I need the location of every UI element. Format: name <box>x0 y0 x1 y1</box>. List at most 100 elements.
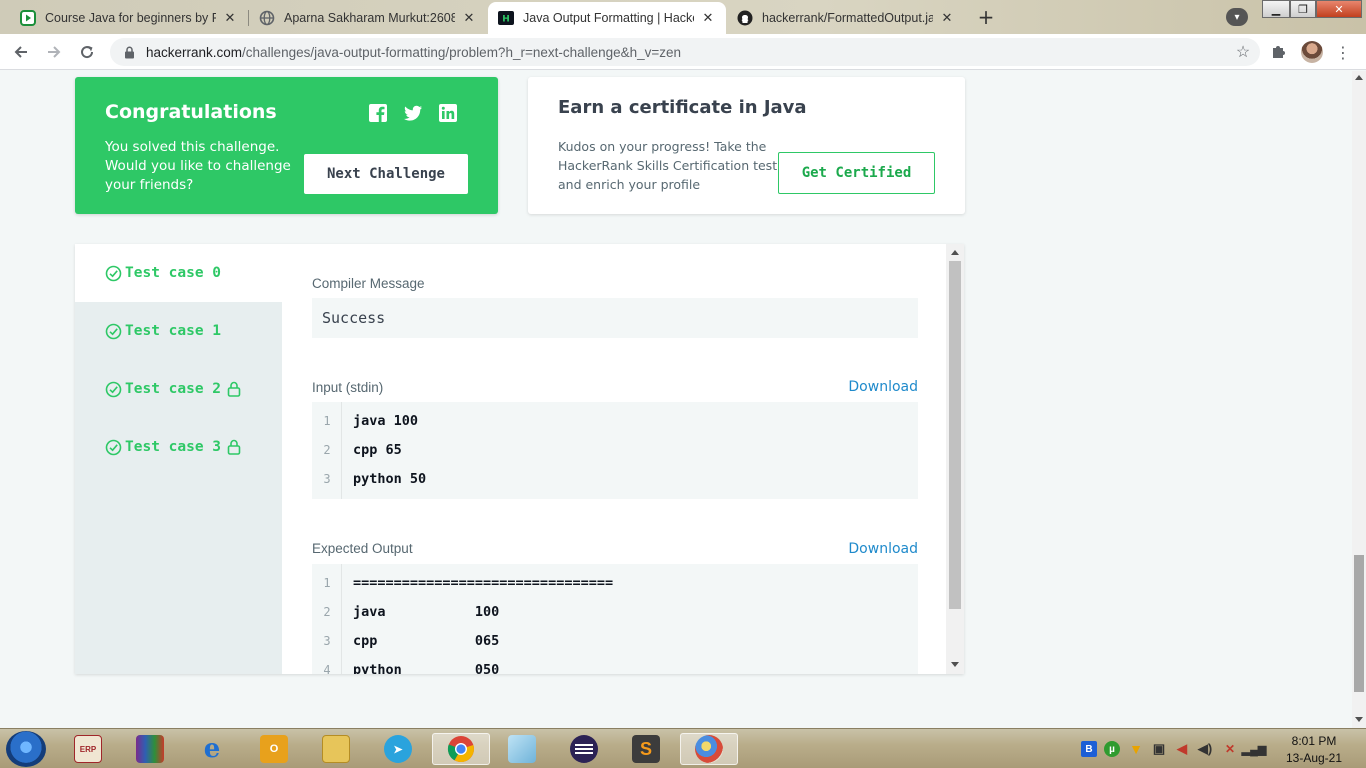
lock-icon <box>227 439 241 455</box>
telegram-icon[interactable]: ➤ <box>374 733 422 765</box>
lock-icon[interactable] <box>122 45 136 59</box>
test-case-3-tab[interactable]: Test case 3 <box>75 418 282 476</box>
clock-date[interactable]: 13-Aug-21 <box>1276 751 1352 765</box>
code-text: python 50 <box>353 470 427 487</box>
compiler-message-label: Compiler Message <box>312 276 425 291</box>
code-text: cpp 65 <box>353 441 402 458</box>
test-case-label: Test case 3 <box>125 439 222 455</box>
volume-tray-icon[interactable]: ◀) <box>1197 741 1213 757</box>
line-number: 3 <box>323 633 331 648</box>
clock-time[interactable]: 8:01 PM <box>1276 734 1352 748</box>
new-tab-button[interactable]: + <box>972 5 1000 29</box>
maximize-window-button[interactable]: ❐ <box>1290 0 1316 18</box>
code-line: 2 cpp 65 <box>312 435 402 464</box>
tally-icon[interactable]: ERP <box>64 733 112 765</box>
lock-icon <box>227 381 241 397</box>
device-tray-icon[interactable]: ▣ <box>1151 741 1167 757</box>
profile-avatar[interactable] <box>1301 41 1323 63</box>
code-line: 1 ================================ <box>312 568 613 597</box>
close-window-button[interactable]: ✕ <box>1316 0 1362 18</box>
next-challenge-button[interactable]: Next Challenge <box>304 154 468 194</box>
input-label: Input (stdin) <box>312 380 384 395</box>
scrollbar-thumb[interactable] <box>1354 555 1364 692</box>
test-case-0-tab[interactable]: Test case 0 <box>75 244 282 302</box>
tab-java-output-formatting[interactable]: H Java Output Formatting | Hacker ✕ <box>488 2 726 34</box>
compiler-message-text: Success <box>322 309 386 327</box>
certificate-text: Kudos on your progress! Take the HackerR… <box>558 139 778 192</box>
line-number: 2 <box>323 442 331 457</box>
url-host: hackerrank.com <box>146 44 243 60</box>
notepad-icon[interactable] <box>498 733 546 765</box>
minimize-window-button[interactable]: ▁ <box>1262 0 1290 18</box>
tab-title: Java Output Formatting | Hacker <box>523 11 694 25</box>
tab-aparna-profile[interactable]: Aparna Sakharam Murkut:26080 ✕ <box>249 2 487 34</box>
certificate-card: Earn a certificate in Java Kudos on your… <box>528 77 965 214</box>
download-expected-output-link[interactable]: Download <box>848 541 918 557</box>
tab-title: hackerrank/FormattedOutput.jav <box>762 11 933 25</box>
file-explorer-icon[interactable] <box>312 733 360 765</box>
winrar-icon[interactable] <box>126 733 174 765</box>
address-bar[interactable]: hackerrank.com/challenges/java-output-fo… <box>110 38 1260 66</box>
sublime-text-icon[interactable]: S <box>622 733 670 765</box>
code-line: 4 python 050 <box>312 655 499 675</box>
vpn-tray-icon[interactable]: ▼ <box>1128 741 1144 757</box>
check-circle-icon <box>105 381 122 397</box>
test-case-1-tab[interactable]: Test case 1 <box>75 302 282 360</box>
start-button[interactable] <box>6 731 46 767</box>
linkedin-icon[interactable] <box>438 103 458 123</box>
extensions-puzzle-icon[interactable] <box>1270 42 1288 60</box>
paint-icon[interactable] <box>680 733 738 765</box>
results-scrollbar[interactable] <box>946 244 964 674</box>
twitter-icon[interactable] <box>403 103 423 123</box>
code-text: java 100 <box>353 412 419 429</box>
bookmark-star-icon[interactable]: ☆ <box>1234 43 1252 61</box>
tab-course-java[interactable]: Course Java for beginners by Pro ✕ <box>10 2 248 34</box>
test-case-detail: Compiler Message Success Input (stdin) D… <box>282 244 946 674</box>
reload-icon[interactable] <box>75 40 99 64</box>
close-tab-icon[interactable]: ✕ <box>222 10 238 26</box>
forward-arrow-icon[interactable] <box>42 40 66 64</box>
scroll-down-arrow-icon[interactable] <box>951 662 959 667</box>
check-circle-icon <box>105 439 122 455</box>
scroll-up-arrow-icon[interactable] <box>951 250 959 255</box>
scroll-down-arrow-icon[interactable] <box>1355 717 1363 722</box>
browser-menu-icon[interactable]: ⋮ <box>1335 41 1351 63</box>
page-scrollbar[interactable] <box>1352 71 1366 728</box>
input-code-box: 1 java 100 2 cpp 65 3 python 50 <box>312 402 918 499</box>
close-tab-icon[interactable]: ✕ <box>700 10 716 26</box>
tab-title: Aparna Sakharam Murkut:26080 <box>284 11 455 25</box>
code-line: 1 java 100 <box>312 406 418 435</box>
test-case-list: Test case 0 Test case 1 Test case 2 Test… <box>75 244 282 674</box>
code-text: java 100 <box>353 603 500 620</box>
code-line: 3 cpp 065 <box>312 626 499 655</box>
code-line: 2 java 100 <box>312 597 499 626</box>
network-error-tray-icon[interactable]: ✕ <box>1222 741 1238 757</box>
page-viewport: Congratulations You solved this challeng… <box>0 71 1352 728</box>
code-text: ================================ <box>353 574 614 591</box>
get-certified-button[interactable]: Get Certified <box>778 152 935 194</box>
svg-text:H: H <box>502 15 510 25</box>
download-input-link[interactable]: Download <box>848 379 918 395</box>
utorrent-tray-icon[interactable]: µ <box>1104 741 1120 757</box>
close-tab-icon[interactable]: ✕ <box>939 10 955 26</box>
expected-output-code-box: 1 ================================ 2 jav… <box>312 564 918 674</box>
facebook-icon[interactable] <box>368 103 388 123</box>
test-case-2-tab[interactable]: Test case 2 <box>75 360 282 418</box>
b-tray-icon[interactable]: B <box>1081 741 1097 757</box>
close-tab-icon[interactable]: ✕ <box>461 10 477 26</box>
eclipse-icon[interactable] <box>560 733 608 765</box>
chrome-icon[interactable] <box>432 733 490 765</box>
internet-explorer-icon[interactable]: e <box>188 733 236 765</box>
scroll-up-arrow-icon[interactable] <box>1355 75 1363 80</box>
globe-icon <box>259 10 275 26</box>
speaker-muted-tray-icon[interactable]: ◀ <box>1174 741 1190 757</box>
line-number: 4 <box>323 662 331 675</box>
line-number: 3 <box>323 471 331 486</box>
tab-github-formatted-output[interactable]: hackerrank/FormattedOutput.jav ✕ <box>727 2 965 34</box>
outlook-icon[interactable]: O <box>250 733 298 765</box>
back-arrow-icon[interactable] <box>9 40 33 64</box>
scrollbar-thumb[interactable] <box>949 261 961 609</box>
test-case-label: Test case 2 <box>125 381 222 397</box>
tab-search-icon[interactable]: ▾ <box>1226 8 1248 26</box>
signal-tray-icon[interactable]: ▂▄▆ <box>1242 741 1267 757</box>
